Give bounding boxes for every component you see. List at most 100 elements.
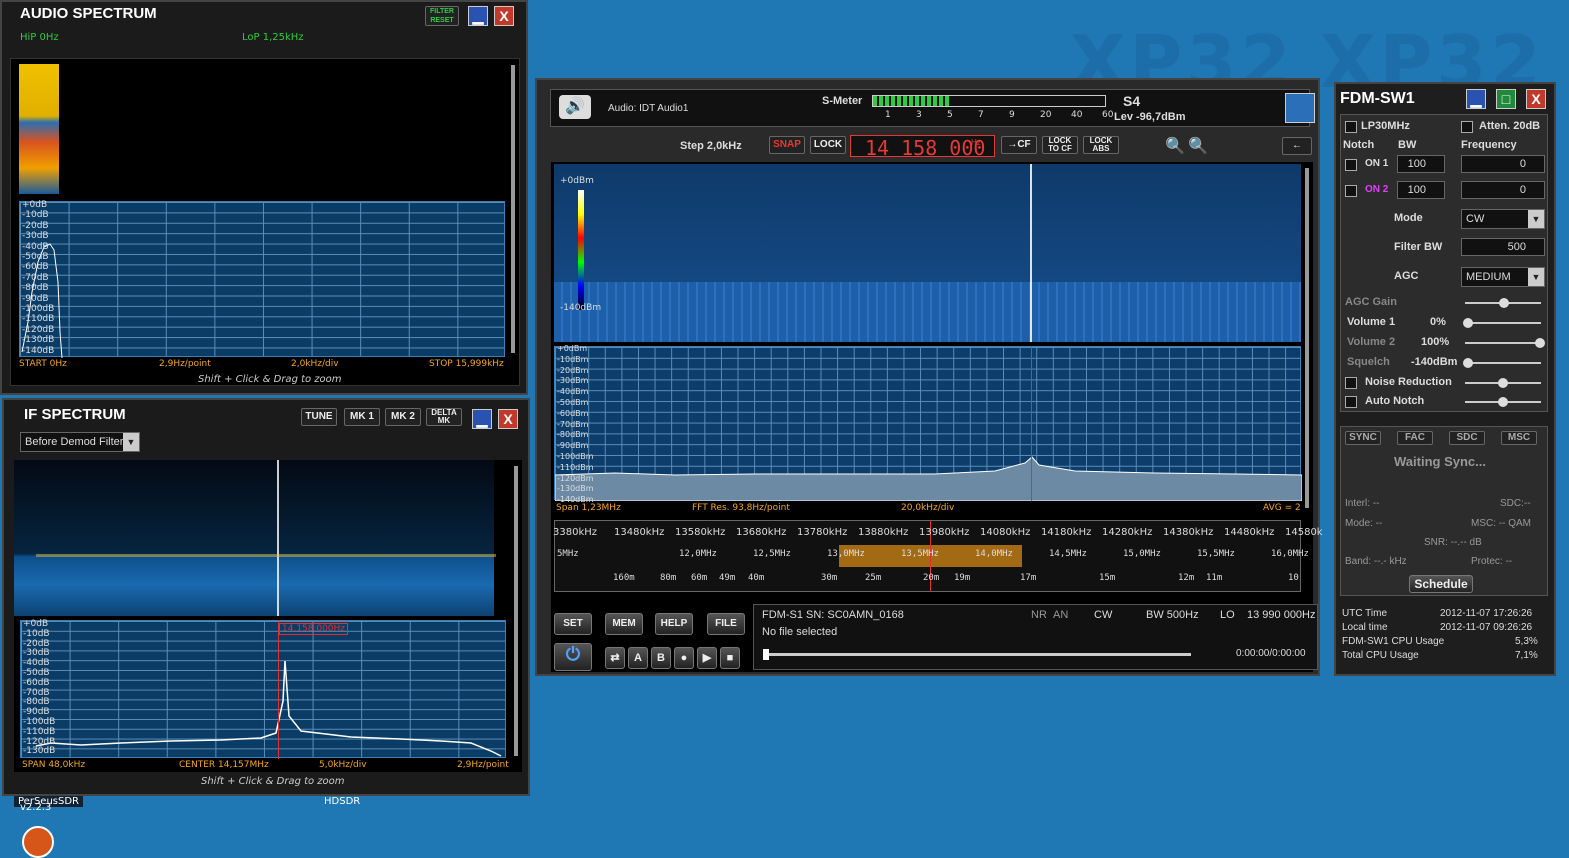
db-label: -90dB xyxy=(23,707,50,718)
filter-bw-label: Filter BW xyxy=(1394,241,1443,253)
frequency-display[interactable]: 14 158 000 Hz xyxy=(850,135,995,160)
lock-to-cf-button[interactable]: LOCK TO CF xyxy=(1042,136,1078,154)
if-filter-select[interactable]: Before Demod Filter ▼ xyxy=(20,432,140,452)
db-label: -100dB xyxy=(23,717,56,727)
db-label: -30dBm xyxy=(557,376,589,386)
band-label: 40m xyxy=(748,573,765,583)
transport-button[interactable]: B xyxy=(651,647,671,669)
audio-spectrum-plot[interactable]: +0dB -10dB -20dB -30dB -40dB -50dB -60dB -70dB -… xyxy=(19,200,505,358)
zoom-in-icon[interactable]: 🔍 xyxy=(1188,136,1208,156)
drm-tab[interactable]: SYNC xyxy=(1345,431,1381,445)
main-sdr-window: 🔊 Audio: IDT Audio1 S-Meter 1 3 5 7 9 20 40 60 … xyxy=(535,78,1323,676)
notch2-checkbox[interactable] xyxy=(1345,185,1357,197)
notch2-bw-input[interactable]: 100 xyxy=(1397,181,1445,199)
mode-select[interactable]: CW ▼ xyxy=(1461,209,1545,229)
spectrum-area[interactable]: +0dBm -140dBm +0dBm -10dBm -20dBm -30dBm -40… xyxy=(551,162,1323,672)
main-scrollbar[interactable] xyxy=(1305,168,1309,508)
main-spectrum-plot[interactable]: +0dBm -10dBm -20dBm -30dBm -40dBm -50dBm -60dB… xyxy=(554,344,1302,504)
agc-gain-slider[interactable] xyxy=(1465,298,1541,308)
snap-button[interactable]: SNAP xyxy=(769,136,805,154)
lp30-checkbox[interactable] xyxy=(1345,121,1357,133)
perseus-app-icon[interactable] xyxy=(22,826,54,858)
transport-button[interactable]: ● xyxy=(674,647,694,669)
smeter-tick-label: 40 xyxy=(1071,110,1083,120)
if-display[interactable]: 14,158,000Hz +0dB -10dB -20dB -30dB -40dB -50… xyxy=(14,460,522,772)
db-label: -70dB xyxy=(22,272,49,283)
mk1-button[interactable]: MK 1 xyxy=(344,408,380,426)
speaker-icon[interactable]: 🔊 xyxy=(559,95,591,119)
db-label: -20dB xyxy=(23,638,50,649)
db-label: -20dB xyxy=(22,220,49,231)
frequency-scale[interactable]: 3380kHz 13480kHz 13580kHz 13680kHz 13780kHz 1… xyxy=(553,520,1323,592)
if-scrollbar[interactable] xyxy=(514,466,518,756)
color-scale xyxy=(578,190,584,310)
audio-start-label: START 0Hz xyxy=(19,359,67,369)
audio-scrollbar[interactable] xyxy=(511,65,515,353)
zoom-out-icon[interactable]: 🔍 xyxy=(1165,136,1185,156)
total-cpu-value: 7,1% xyxy=(1515,650,1538,661)
filter-bw-input[interactable]: 500 xyxy=(1461,238,1545,256)
filter-reset-button[interactable]: FILTER RESET xyxy=(425,6,459,26)
noise-reduction-checkbox[interactable] xyxy=(1345,377,1357,389)
mem-button[interactable]: MEM xyxy=(605,613,643,635)
drm-tab[interactable]: MSC xyxy=(1501,431,1537,445)
if-spectrum-plot[interactable]: 14,158,000Hz +0dB -10dB -20dB -30dB -40dB -50… xyxy=(20,619,506,759)
noise-reduction-slider[interactable] xyxy=(1465,378,1541,388)
agc-select[interactable]: MEDIUM ▼ xyxy=(1461,267,1545,287)
atten-checkbox[interactable] xyxy=(1461,121,1473,133)
db-label: -130dBm xyxy=(557,484,594,494)
span-label: Span 1,23MHz xyxy=(556,503,621,513)
close-button[interactable]: X xyxy=(498,409,518,429)
if-filter-value: Before Demod Filter xyxy=(25,436,124,448)
controls-section: LP30MHz Atten. 20dB Notch BW Frequency O… xyxy=(1340,114,1548,412)
power-icon[interactable]: ⏻ xyxy=(554,643,592,671)
audio-display[interactable]: +0dB -10dB -20dB -30dB -40dB -50dB -60dB -70dB -… xyxy=(10,58,520,386)
notch1-checkbox[interactable] xyxy=(1345,159,1357,171)
band-label: 80m xyxy=(660,573,677,583)
db-label: -70dBm xyxy=(557,419,589,429)
tune-button[interactable]: TUNE xyxy=(301,408,337,426)
set-button[interactable]: SET xyxy=(554,613,592,635)
minimize-button[interactable]: ▁ xyxy=(1466,89,1486,109)
notch2-freq-input[interactable]: 0 xyxy=(1461,181,1545,199)
schedule-button[interactable]: Schedule xyxy=(1409,575,1473,593)
playback-slider[interactable] xyxy=(763,649,1191,660)
notch1-freq-input[interactable]: 0 xyxy=(1461,155,1545,173)
system-info: UTC Time 2012-11-07 17:26:26 Local time … xyxy=(1340,602,1548,668)
db-label: -60dB xyxy=(23,677,50,688)
auto-notch-checkbox[interactable] xyxy=(1345,396,1357,408)
minimize-button[interactable]: ▁ xyxy=(468,6,488,26)
maximize-button[interactable]: □ xyxy=(1496,89,1516,109)
squelch-slider[interactable] xyxy=(1463,358,1541,368)
auto-notch-slider[interactable] xyxy=(1465,397,1541,407)
if-span-label: SPAN 48,0kHz xyxy=(22,760,86,770)
back-arrow-icon[interactable]: ← xyxy=(1282,137,1312,155)
db-label: -120dB xyxy=(23,736,56,747)
transport-button[interactable]: ▶ xyxy=(697,647,717,669)
file-button[interactable]: FILE xyxy=(707,613,745,635)
volume1-slider[interactable] xyxy=(1463,318,1541,328)
mhz-tick-label: 13,0MHz xyxy=(827,549,865,559)
drm-status: Waiting Sync... xyxy=(1394,454,1486,469)
delta-mk-button[interactable]: DELTA MK xyxy=(426,408,462,426)
drm-tab[interactable]: FAC xyxy=(1397,431,1433,445)
minimize-button[interactable]: ▁ xyxy=(472,409,492,429)
volume2-slider[interactable] xyxy=(1465,338,1545,348)
transport-button[interactable]: A xyxy=(628,647,648,669)
close-button[interactable]: X xyxy=(1526,89,1546,109)
cpu-label: FDM-SW1 CPU Usage xyxy=(1342,636,1445,647)
db-label: -130dB xyxy=(23,746,56,757)
help-button[interactable]: HELP xyxy=(655,613,693,635)
transport-button[interactable]: ⇄ xyxy=(605,647,625,669)
db-label: -100dB xyxy=(22,304,55,314)
if-spectrum-window: IF SPECTRUM TUNE MK 1 MK 2 DELTA MK ▁ X … xyxy=(2,398,530,796)
transport-button[interactable]: ■ xyxy=(720,647,740,669)
link-icon[interactable] xyxy=(1285,93,1315,123)
lock-abs-button[interactable]: LOCK ABS xyxy=(1083,136,1119,154)
close-button[interactable]: X xyxy=(494,6,514,26)
lock-button[interactable]: LOCK xyxy=(810,136,846,154)
mk2-button[interactable]: MK 2 xyxy=(385,408,421,426)
notch1-bw-input[interactable]: 100 xyxy=(1397,155,1445,173)
drm-tab[interactable]: SDC xyxy=(1449,431,1485,445)
to-cf-button[interactable]: →CF xyxy=(1001,136,1037,154)
